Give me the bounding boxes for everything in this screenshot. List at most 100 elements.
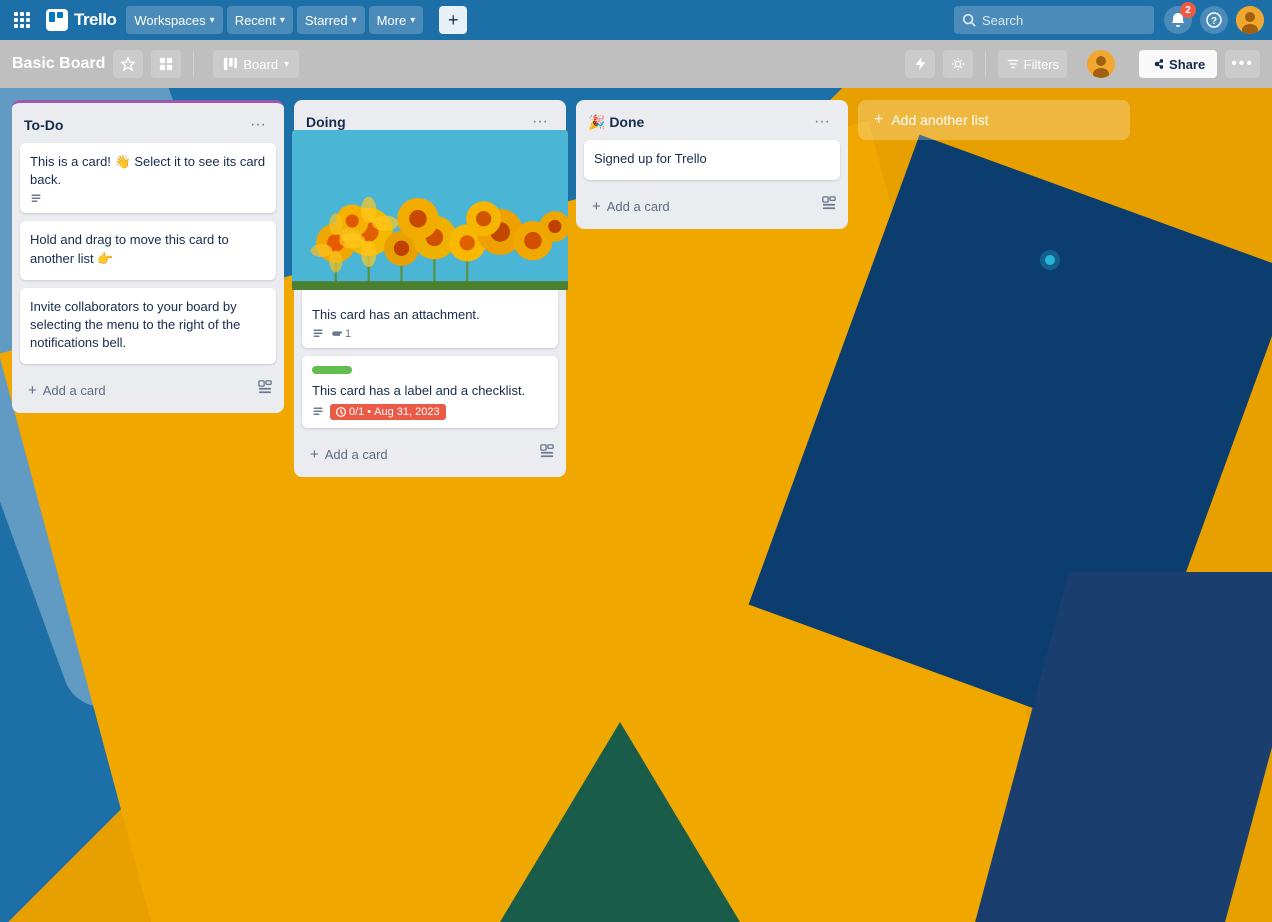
card-6-text: Signed up for Trello (594, 150, 830, 168)
card-1[interactable]: This is a card! 👋 Select it to see its c… (20, 143, 276, 213)
search-input[interactable] (954, 6, 1154, 34)
help-button[interactable]: ? (1200, 6, 1228, 34)
ellipsis-icon: ··· (250, 116, 266, 133)
bg-teal-triangle (500, 722, 740, 922)
card-4-attachment-icon: 1 (330, 328, 351, 340)
card-5-due-date: Aug 31, 2023 (374, 406, 439, 418)
board-header: Basic Board Board ▾ (0, 40, 1272, 88)
ellipsis-icon: ••• (1231, 55, 1254, 73)
more-menu-button[interactable]: More ▾ (369, 6, 424, 34)
more-options-button[interactable]: ••• (1225, 50, 1260, 78)
board-member-avatar[interactable] (1087, 50, 1115, 78)
card-5-due-date-badge: 0/1 • Aug 31, 2023 (330, 404, 446, 420)
card-4-icons: 1 (312, 328, 548, 340)
board-view-icon (223, 57, 237, 71)
trello-wordmark: Trello (74, 10, 116, 30)
list-doing: Doing ··· (294, 100, 566, 477)
workspaces-chevron-icon: ▾ (210, 15, 215, 26)
card-5[interactable]: This card has a label and a checklist. (302, 356, 558, 428)
card-2-text: Hold and drag to move this card to anoth… (30, 231, 266, 267)
card-1-text: This is a card! 👋 Select it to see its c… (30, 153, 266, 189)
lists-container: To-Do ··· This is a card! 👋 Select it to… (0, 88, 1142, 489)
star-icon (121, 57, 135, 71)
add-list-button[interactable]: + Add another list (858, 100, 1130, 140)
board-title[interactable]: Basic Board (12, 55, 105, 73)
plus-icon: + (874, 111, 883, 129)
workspace-icon (159, 57, 173, 71)
list-todo-menu-button[interactable]: ··· (244, 115, 272, 135)
card-4-text: This card has an attachment. (312, 306, 548, 324)
create-button[interactable]: + (439, 6, 467, 34)
ellipsis-icon: ··· (532, 113, 548, 130)
recent-chevron-icon: ▾ (280, 15, 285, 26)
svg-text:?: ? (1211, 16, 1217, 27)
automation-icon (951, 57, 965, 71)
card-4-description-icon (312, 328, 324, 340)
list-todo-header: To-Do ··· (20, 111, 276, 143)
card-template-button-done[interactable] (818, 192, 840, 217)
starred-chevron-icon: ▾ (352, 15, 357, 26)
card-5-icons: 0/1 • Aug 31, 2023 (312, 404, 548, 420)
board-view-button[interactable]: Board ▾ (213, 50, 299, 78)
top-navigation: Trello Workspaces ▾ Recent ▾ Starred ▾ M… (0, 0, 1272, 40)
list-done-menu-button[interactable]: ··· (808, 112, 836, 132)
card-5-label (312, 366, 352, 374)
trello-logo[interactable]: Trello (40, 9, 122, 31)
card-5-description-icon (312, 406, 324, 418)
card-template-button-doing[interactable] (536, 440, 558, 465)
grid-icon-button[interactable] (8, 6, 36, 34)
notification-badge: 2 (1180, 2, 1196, 18)
workspaces-menu-button[interactable]: Workspaces ▾ (126, 6, 222, 34)
card-template-button-todo[interactable] (254, 376, 276, 401)
user-avatar[interactable] (1236, 6, 1264, 34)
board-view-chevron-icon: ▾ (284, 59, 289, 70)
card-4[interactable]: This card has an attachment. (302, 130, 558, 348)
plus-icon: + (28, 382, 37, 399)
template-icon (258, 380, 272, 394)
notifications-button[interactable]: 2 (1164, 6, 1192, 34)
card-2[interactable]: Hold and drag to move this card to anoth… (20, 221, 276, 279)
ellipsis-icon: ··· (814, 113, 830, 130)
avatar-image (1236, 6, 1264, 34)
plus-icon: + (592, 198, 601, 215)
add-card-button-todo[interactable]: + Add a card (20, 376, 254, 405)
card-4-image (292, 130, 568, 290)
add-card-button-doing[interactable]: + Add a card (302, 440, 536, 469)
list-done-header: 🎉 Done ··· (584, 108, 840, 140)
add-card-button-done[interactable]: + Add a card (584, 192, 818, 221)
starred-menu-button[interactable]: Starred ▾ (297, 6, 365, 34)
card-3-text: Invite collaborators to your board by se… (30, 298, 266, 353)
add-card-row-todo: + Add a card (20, 372, 276, 405)
card-1-icons (30, 193, 266, 205)
trello-icon (46, 9, 68, 31)
lightning-icon (913, 57, 927, 71)
list-todo: To-Do ··· This is a card! 👋 Select it to… (12, 100, 284, 413)
board-background: To-Do ··· This is a card! 👋 Select it to… (0, 88, 1272, 922)
board-member-avatar-image (1087, 50, 1115, 78)
automation-button[interactable] (943, 50, 973, 78)
more-chevron-icon: ▾ (410, 15, 415, 26)
card-4-attachment-count: 1 (345, 328, 351, 340)
filters-button[interactable]: Filters (998, 50, 1067, 78)
add-card-row-done: + Add a card (584, 188, 840, 221)
template-icon (540, 444, 554, 458)
card-3[interactable]: Invite collaborators to your board by se… (20, 288, 276, 365)
share-button[interactable]: Share (1139, 50, 1217, 78)
card-5-text: This card has a label and a checklist. (312, 382, 548, 400)
recent-menu-button[interactable]: Recent ▾ (227, 6, 293, 34)
card-6[interactable]: Signed up for Trello (584, 140, 840, 180)
list-done: 🎉 Done ··· Signed up for Trello + Add a … (576, 100, 848, 229)
power-ups-button[interactable] (905, 50, 935, 78)
help-icon: ? (1206, 12, 1222, 28)
card-5-checklist-progress: 0/1 (349, 406, 364, 418)
list-doing-menu-button[interactable]: ··· (526, 112, 554, 132)
plus-icon: + (310, 446, 319, 463)
card-1-description-icon (30, 193, 42, 205)
template-icon (822, 196, 836, 210)
list-done-title: 🎉 Done (588, 114, 808, 131)
workspace-button[interactable] (151, 50, 181, 78)
cursor-indicator (1038, 248, 1062, 272)
search-wrapper (954, 6, 1154, 34)
star-button[interactable] (113, 50, 143, 78)
list-doing-title: Doing (306, 114, 526, 130)
